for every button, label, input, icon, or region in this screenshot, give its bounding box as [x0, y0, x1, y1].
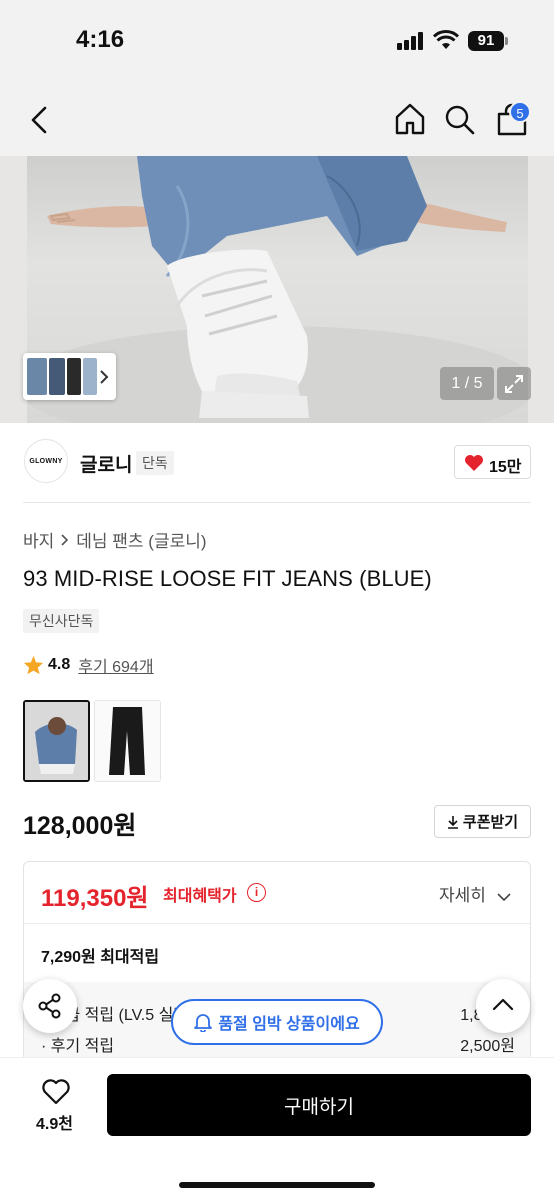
reviews-link[interactable]: 후기 694개 — [78, 653, 153, 677]
chevron-up-icon — [492, 998, 514, 1011]
download-icon — [447, 815, 458, 829]
like-button[interactable]: 15만 — [454, 445, 531, 479]
points-row-value: 2,500원 — [460, 1038, 515, 1055]
breadcrumb-item-subcategory[interactable]: 데님 팬츠 (글로니) — [76, 527, 206, 552]
share-button[interactable] — [23, 979, 77, 1033]
detail-label: 자세히 — [439, 886, 486, 905]
wish-count: 4.9천 — [36, 1116, 73, 1133]
breadcrumb: 바지 데님 팬츠 (글로니) — [23, 527, 207, 552]
max-benefit-label: 최대혜택가 — [163, 888, 237, 905]
toast-text: 품절 임박 상품이에요 — [218, 1016, 360, 1033]
product-price: 128,000원 — [23, 812, 137, 840]
status-bar: 4:16 91 — [0, 0, 554, 90]
rating-summary: 4.8 후기 694개 — [23, 653, 154, 677]
info-icon[interactable]: i — [247, 883, 266, 902]
brand-row: GLOWNY 글로니 단독 15만 — [0, 424, 554, 502]
divider — [23, 502, 531, 503]
buy-button[interactable]: 구매하기 — [107, 1074, 531, 1136]
star-icon — [23, 655, 44, 675]
heart-icon — [465, 455, 483, 471]
signal-icon — [397, 32, 423, 50]
brand-name[interactable]: 글로니 — [80, 450, 132, 477]
chevron-right-icon — [61, 533, 69, 546]
thumbnail-image — [83, 358, 97, 395]
status-time: 4:16 — [76, 26, 125, 53]
cart-badge: 5 — [509, 101, 531, 123]
max-benefit-price: 119,350원 — [41, 885, 149, 912]
thumbnail-strip[interactable] — [23, 353, 116, 400]
bottom-action-bar: 4.9천 구매하기 — [0, 1057, 554, 1200]
expand-icon — [505, 375, 523, 393]
battery-indicator: 91 — [468, 31, 504, 51]
like-count: 15만 — [489, 459, 522, 476]
search-icon[interactable] — [444, 104, 476, 136]
home-icon[interactable] — [393, 102, 427, 136]
thumbnail-image — [27, 358, 47, 395]
product-title: 93 MID-RISE LOOSE FIT JEANS (BLUE) — [23, 566, 432, 591]
thumbnail-image — [49, 358, 65, 395]
points-row-label: · 후기 적립 — [41, 1038, 115, 1055]
wifi-icon — [433, 30, 459, 49]
max-points: 7,290원 최대적립 — [41, 949, 160, 966]
thumbnail-image — [67, 358, 81, 395]
chevron-down-icon — [497, 892, 511, 901]
brand-exclusive-tag: 단독 — [136, 451, 174, 475]
musinsa-exclusive-badge: 무신사단독 — [23, 609, 100, 633]
image-counter: 1 / 5 — [440, 367, 494, 400]
scroll-top-button[interactable] — [476, 979, 530, 1033]
chevron-right-icon — [100, 370, 109, 384]
coupon-button[interactable]: 쿠폰받기 — [434, 805, 531, 838]
bell-icon — [194, 1014, 213, 1032]
benefit-detail-link[interactable]: 자세히 — [439, 881, 511, 906]
battery-tip — [505, 37, 508, 45]
breadcrumb-item-category[interactable]: 바지 — [23, 527, 54, 552]
color-option-black[interactable] — [94, 700, 161, 782]
rating-score: 4.8 — [48, 656, 71, 673]
color-option-blue[interactable] — [23, 700, 90, 782]
share-icon — [38, 993, 61, 1019]
top-nav — [0, 90, 554, 156]
heart-outline-icon[interactable] — [41, 1078, 71, 1106]
brand-logo[interactable]: GLOWNY — [24, 439, 68, 483]
low-stock-toast: 품절 임박 상품이에요 — [171, 999, 383, 1045]
coupon-label: 쿠폰받기 — [462, 814, 519, 831]
divider — [24, 923, 530, 924]
back-icon[interactable] — [26, 104, 54, 136]
home-indicator — [179, 1182, 375, 1188]
expand-button[interactable] — [497, 367, 531, 400]
